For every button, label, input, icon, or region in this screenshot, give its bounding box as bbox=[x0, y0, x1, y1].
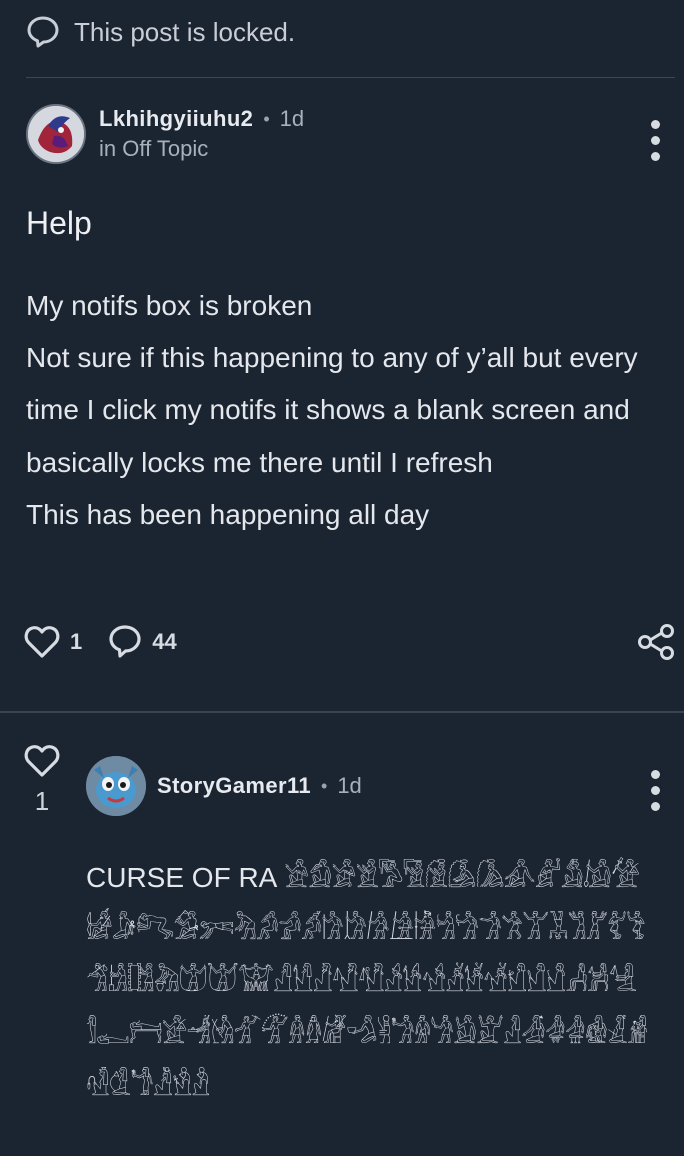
speech-bubble-icon bbox=[109, 625, 141, 658]
reply-body: CURSE OF RA 𓀀𓀁𓀂𓀃𓀄𓀅𓀆𓀇𓀈𓀉𓀊𓀋𓀌𓀍𓀎𓀏𓀐𓀑𓀒𓀓𓀔𓀕𓀖𓀗𓀘𓀙𓀚𓀛… bbox=[86, 852, 678, 1112]
post-meta: Lkhihgyiiuhu2 • 1d in Off Topic bbox=[99, 106, 304, 162]
locked-notice: This post is locked. bbox=[26, 10, 295, 54]
post-body-line: My notifs box is broken bbox=[26, 290, 313, 321]
reply-vote-count: 1 bbox=[34, 786, 50, 816]
divider bbox=[0, 711, 684, 713]
hieroglyph-text: 𓀀𓀁𓀂𓀃𓀄𓀅𓀆𓀇𓀈𓀉𓀊𓀋𓀌𓀍𓀎𓀏𓀐𓀑𓀒𓀓𓀔𓀕𓀖𓀗𓀘𓀙𓀚𓀛𓀜𓀝𓀞𓀟𓀠𓀡𓀢𓀣𓀤𓀥𓀦𓀧… bbox=[86, 861, 648, 1102]
reply-lead-text: CURSE OF RA bbox=[86, 862, 278, 893]
share-icon bbox=[638, 624, 674, 660]
post-body: My notifs box is broken Not sure if this… bbox=[26, 280, 666, 541]
post-category[interactable]: in Off Topic bbox=[99, 136, 304, 162]
reply-header: StoryGamer11 • 1d bbox=[86, 756, 362, 816]
reply-meta: StoryGamer11 • 1d bbox=[157, 773, 362, 799]
share-button[interactable] bbox=[636, 624, 676, 665]
heart-icon bbox=[24, 745, 60, 777]
divider bbox=[26, 77, 675, 78]
post-username[interactable]: Lkhihgyiiuhu2 bbox=[99, 106, 253, 132]
reply-username[interactable]: StoryGamer11 bbox=[157, 773, 311, 799]
post-body-line: This has been happening all day bbox=[26, 498, 430, 530]
post-header: Lkhihgyiiuhu2 • 1d in Off Topic bbox=[26, 104, 304, 164]
reply-vote[interactable]: 1 bbox=[24, 744, 60, 817]
like-count: 1 bbox=[70, 629, 83, 654]
like-button[interactable]: 1 bbox=[24, 625, 82, 659]
avatar[interactable] bbox=[86, 756, 146, 816]
reply-time: 1d bbox=[337, 773, 362, 798]
post-time: 1d bbox=[279, 106, 305, 131]
locked-notice-text: This post is locked. bbox=[74, 16, 296, 47]
avatar[interactable] bbox=[26, 104, 86, 164]
comment-button[interactable]: 44 bbox=[108, 624, 177, 660]
comment-count: 44 bbox=[152, 629, 177, 654]
separator-dot: • bbox=[321, 775, 328, 796]
post-actions: 1 44 bbox=[24, 622, 177, 662]
post-body-line: Not sure if this happening to any of y’a… bbox=[26, 342, 638, 478]
kebab-icon[interactable] bbox=[648, 770, 662, 811]
separator-dot: • bbox=[263, 108, 270, 129]
post-title: Help bbox=[26, 205, 92, 241]
heart-icon bbox=[24, 626, 60, 658]
kebab-icon[interactable] bbox=[648, 120, 662, 161]
speech-bubble-icon bbox=[27, 16, 59, 48]
